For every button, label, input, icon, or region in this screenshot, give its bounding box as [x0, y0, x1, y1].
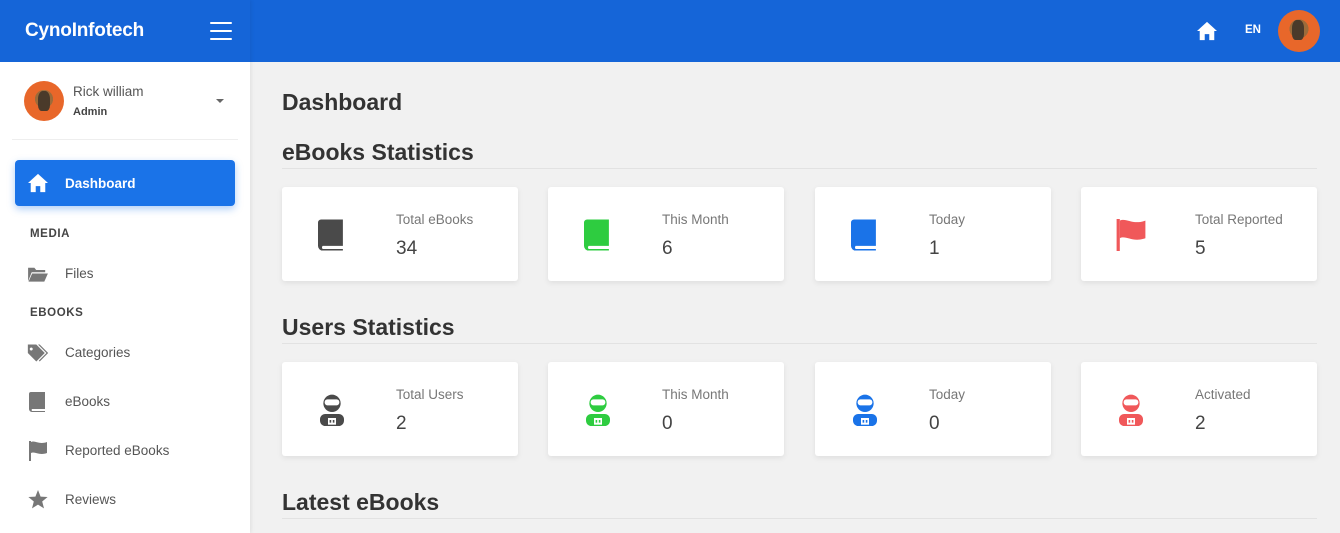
stat-value: 34: [396, 238, 418, 259]
avatar[interactable]: [1278, 10, 1320, 52]
stat-value: 0: [929, 413, 940, 434]
tags-icon: [27, 342, 49, 364]
avatar: [24, 80, 64, 121]
star-icon: [27, 489, 49, 511]
sidebar-item-dashboard[interactable]: Dashboard: [15, 160, 235, 206]
sidebar-item-label: Categories: [65, 345, 131, 360]
section-title-users: Users Statistics: [282, 314, 1317, 344]
stat-value: 0: [662, 413, 673, 434]
sidebar: CynoInfotech Rick william Admin Dashboar…: [0, 0, 250, 533]
stat-card-users-this-month: This Month 0: [548, 362, 784, 456]
topbar: EN: [250, 0, 1340, 62]
stat-label: Today: [929, 387, 966, 402]
sidebar-item-label: Dashboard: [65, 175, 136, 191]
menu-toggle-icon[interactable]: [210, 22, 232, 40]
stat-label: Today: [929, 212, 966, 227]
stat-value: 2: [1195, 413, 1206, 434]
stat-label: Total eBooks: [396, 212, 474, 227]
book-icon: [582, 219, 614, 251]
stat-card-total-ebooks: Total eBooks 34: [282, 187, 518, 281]
sidebar-item-reviews[interactable]: Reviews: [0, 475, 250, 524]
stat-label: Activated: [1195, 387, 1251, 402]
language-selector[interactable]: EN: [1245, 24, 1261, 36]
sidebar-item-label: Files: [65, 266, 94, 281]
stat-card-total-reported: Total Reported 5: [1081, 187, 1317, 281]
section-label-ebooks: EBOOKS: [30, 307, 84, 319]
brand-logo[interactable]: CynoInfotech: [25, 20, 144, 42]
stat-card-ebooks-today: Today 1: [815, 187, 1051, 281]
stat-value: 2: [396, 413, 407, 434]
user-name: Rick william: [73, 83, 144, 99]
brand-bar: CynoInfotech: [0, 0, 250, 62]
section-title-ebooks: eBooks Statistics: [282, 139, 1317, 169]
book-icon: [849, 219, 881, 251]
book-icon: [27, 391, 49, 413]
book-icon: [316, 219, 348, 251]
stat-label: This Month: [662, 212, 729, 227]
flag-icon: [27, 440, 49, 462]
stat-card-ebooks-this-month: This Month 6: [548, 187, 784, 281]
sidebar-item-categories[interactable]: Categories: [0, 328, 250, 377]
stat-card-total-users: Total Users 2: [282, 362, 518, 456]
sidebar-item-label: eBooks: [65, 394, 111, 409]
sidebar-item-reported-ebooks[interactable]: Reported eBooks: [0, 426, 250, 475]
sidebar-item-ebooks[interactable]: eBooks: [0, 377, 250, 426]
user-astronaut-icon: [849, 394, 881, 426]
user-astronaut-icon: [582, 394, 614, 426]
stat-label: Total Users: [396, 387, 464, 402]
user-astronaut-icon: [316, 394, 348, 426]
sidebar-item-label: Reviews: [65, 492, 117, 507]
caret-down-icon[interactable]: [216, 99, 224, 103]
home-icon[interactable]: [1196, 21, 1218, 46]
stat-label: This Month: [662, 387, 729, 402]
home-icon: [27, 172, 49, 194]
user-profile[interactable]: Rick william Admin: [12, 62, 238, 140]
section-label-media: MEDIA: [30, 228, 71, 240]
stat-card-users-activated: Activated 2: [1081, 362, 1317, 456]
folder-icon: [27, 263, 49, 285]
user-role: Admin: [73, 105, 108, 118]
sidebar-item-files[interactable]: Files: [0, 249, 250, 298]
stat-card-users-today: Today 0: [815, 362, 1051, 456]
stat-value: 1: [929, 238, 940, 259]
sidebar-item-label: Reported eBooks: [65, 443, 170, 458]
stat-value: 5: [1195, 238, 1206, 259]
user-astronaut-icon: [1115, 394, 1147, 426]
page-title: Dashboard: [282, 89, 403, 115]
stat-value: 6: [662, 238, 673, 259]
flag-icon: [1115, 219, 1147, 251]
stat-label: Total Reported: [1195, 212, 1283, 227]
section-title-latest-ebooks: Latest eBooks: [282, 489, 1317, 519]
